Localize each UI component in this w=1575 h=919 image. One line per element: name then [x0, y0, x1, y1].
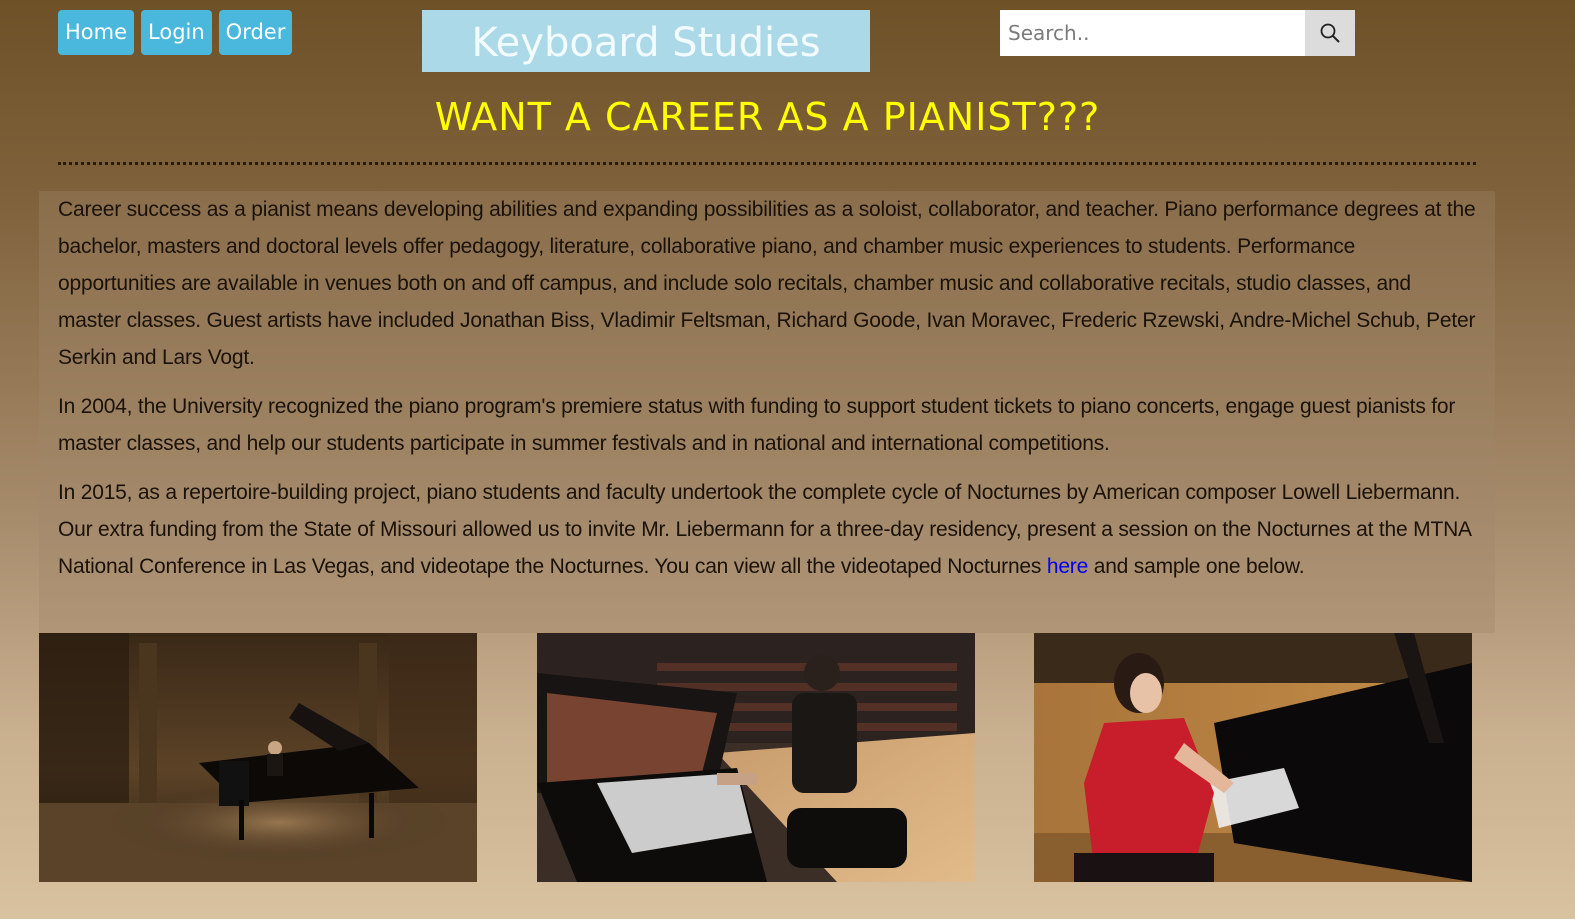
divider: [58, 162, 1476, 165]
pianist-concert-hall-photo: [537, 633, 975, 882]
search-button[interactable]: [1305, 10, 1355, 56]
paragraph-funding: In 2004, the University recognized the p…: [58, 395, 1456, 455]
paragraph-nocturnes: In 2015, as a repertoire-building projec…: [58, 474, 1476, 585]
page-headline: WANT A CAREER AS A PIANIST???: [434, 95, 1101, 139]
pianist-red-dress-photo: [1034, 633, 1472, 882]
home-button[interactable]: Home: [58, 10, 135, 55]
top-nav: Home Login Order: [58, 10, 293, 55]
pianist-on-stage-photo: [39, 633, 477, 882]
site-title: Keyboard Studies: [422, 10, 870, 72]
order-button[interactable]: Order: [218, 10, 293, 55]
main-content: Career success as a pianist means develo…: [39, 191, 1495, 633]
paragraph-nocturnes-tail: and sample one below.: [1088, 555, 1305, 578]
paragraph-career: Career success as a pianist means develo…: [58, 198, 1476, 369]
search-bar: [1000, 10, 1355, 56]
search-icon: [1320, 23, 1340, 43]
nocturnes-link[interactable]: here: [1047, 555, 1088, 578]
search-input[interactable]: [1000, 10, 1305, 56]
login-button[interactable]: Login: [141, 10, 212, 55]
